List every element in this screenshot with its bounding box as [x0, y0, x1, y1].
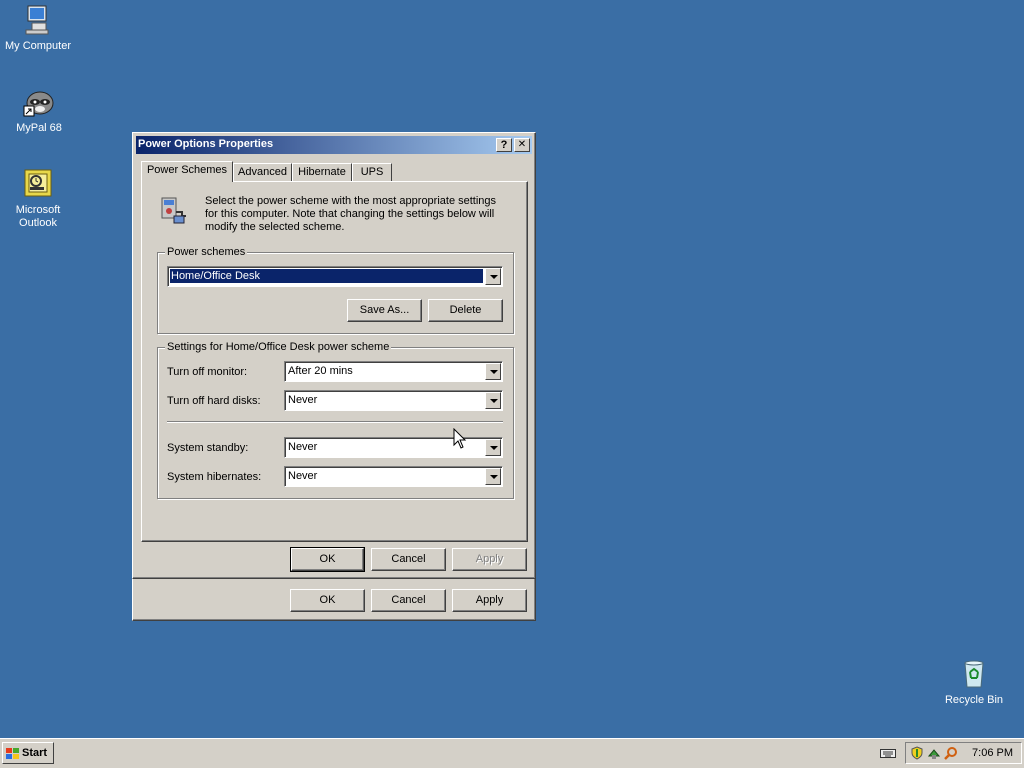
- tab-power-schemes[interactable]: Power Schemes: [141, 161, 233, 182]
- chevron-down-icon[interactable]: [485, 439, 501, 456]
- cancel-button[interactable]: Cancel: [371, 589, 446, 612]
- desktop-icon-label: MyPal 68: [16, 122, 62, 134]
- computer-icon: [22, 4, 54, 36]
- desktop-icon-outlook[interactable]: Microsoft Outlook: [0, 168, 76, 230]
- mypal-raccoon-icon: [23, 86, 55, 118]
- desktop-icon-recycle-bin[interactable]: Recycle Bin: [936, 658, 1012, 707]
- start-button[interactable]: Start: [2, 742, 54, 764]
- standby-timeout-select[interactable]: Never: [284, 437, 503, 458]
- standby-label: System standby:: [167, 442, 249, 454]
- dialog-title: Power Options Properties: [138, 138, 274, 150]
- hard-disks-label: Turn off hard disks:: [167, 395, 261, 407]
- windows-logo-icon: [6, 747, 20, 759]
- close-button[interactable]: ✕: [514, 138, 530, 152]
- security-shield-icon[interactable]: [910, 746, 924, 760]
- taskbar: Start 7:06 PM: [0, 738, 1024, 768]
- desktop-icon-my-computer[interactable]: My Computer: [0, 4, 76, 53]
- outlook-icon: [22, 168, 54, 200]
- power-options-icon: [156, 194, 188, 226]
- power-scheme-value: Home/Office Desk: [169, 268, 484, 284]
- hard-disks-timeout-select[interactable]: Never: [284, 390, 503, 411]
- tab-panel: Select the power scheme with the most ap…: [141, 181, 528, 542]
- desktop-icon-mypal[interactable]: MyPal 68: [1, 86, 77, 135]
- power-schemes-group: Power schemes Home/Office Desk Save As..…: [157, 246, 514, 334]
- ok-button[interactable]: OK: [290, 589, 365, 612]
- system-tray: 7:06 PM: [905, 742, 1022, 764]
- apply-button[interactable]: Apply: [452, 548, 527, 571]
- hibernates-label: System hibernates:: [167, 471, 262, 483]
- clock[interactable]: 7:06 PM: [972, 747, 1013, 759]
- tab-advanced[interactable]: Advanced: [233, 163, 292, 182]
- chevron-down-icon[interactable]: [485, 468, 501, 485]
- ok-button[interactable]: OK: [290, 547, 365, 572]
- chevron-down-icon[interactable]: [485, 268, 501, 285]
- monitor-timeout-select[interactable]: After 20 mins: [284, 361, 503, 382]
- settings-separator: [167, 421, 503, 423]
- keyboard-icon[interactable]: [880, 747, 896, 759]
- power-schemes-legend: Power schemes: [165, 246, 248, 258]
- power-scheme-select[interactable]: Home/Office Desk: [167, 266, 503, 287]
- delete-button[interactable]: Delete: [428, 299, 503, 322]
- desktop-icon-label: Microsoft Outlook: [15, 204, 61, 229]
- hibernate-timeout-select[interactable]: Never: [284, 466, 503, 487]
- tab-ups[interactable]: UPS: [352, 163, 392, 182]
- power-options-dialog: Power Options Properties ? ✕ Power Schem…: [132, 132, 536, 579]
- hard-disks-timeout-value: Never: [288, 394, 318, 406]
- help-button[interactable]: ?: [496, 138, 512, 152]
- apply-button[interactable]: Apply: [452, 589, 527, 612]
- title-bar[interactable]: Power Options Properties ? ✕: [136, 136, 532, 154]
- background-dialog: OK Cancel Apply: [132, 578, 536, 621]
- chevron-down-icon[interactable]: [485, 363, 501, 380]
- desktop-icon-label: Recycle Bin: [944, 694, 1004, 706]
- recycle-bin-icon: [958, 658, 990, 690]
- save-as-button[interactable]: Save As...: [347, 299, 422, 322]
- chevron-down-icon[interactable]: [485, 392, 501, 409]
- scheme-settings-legend: Settings for Home/Office Desk power sche…: [165, 341, 392, 353]
- intro-text: Select the power scheme with the most ap…: [205, 195, 497, 233]
- hibernate-timeout-value: Never: [288, 470, 318, 482]
- network-icon[interactable]: [927, 746, 941, 760]
- standby-timeout-value: Never: [288, 441, 318, 453]
- monitor-label: Turn off monitor:: [167, 366, 248, 378]
- start-label: Start: [22, 747, 48, 759]
- scheme-settings-group: Settings for Home/Office Desk power sche…: [157, 341, 514, 499]
- monitor-timeout-value: After 20 mins: [288, 365, 353, 377]
- tab-hibernate[interactable]: Hibernate: [292, 163, 352, 182]
- desktop-icon-label: My Computer: [4, 40, 72, 52]
- cancel-button[interactable]: Cancel: [371, 548, 446, 571]
- search-icon[interactable]: [944, 746, 958, 760]
